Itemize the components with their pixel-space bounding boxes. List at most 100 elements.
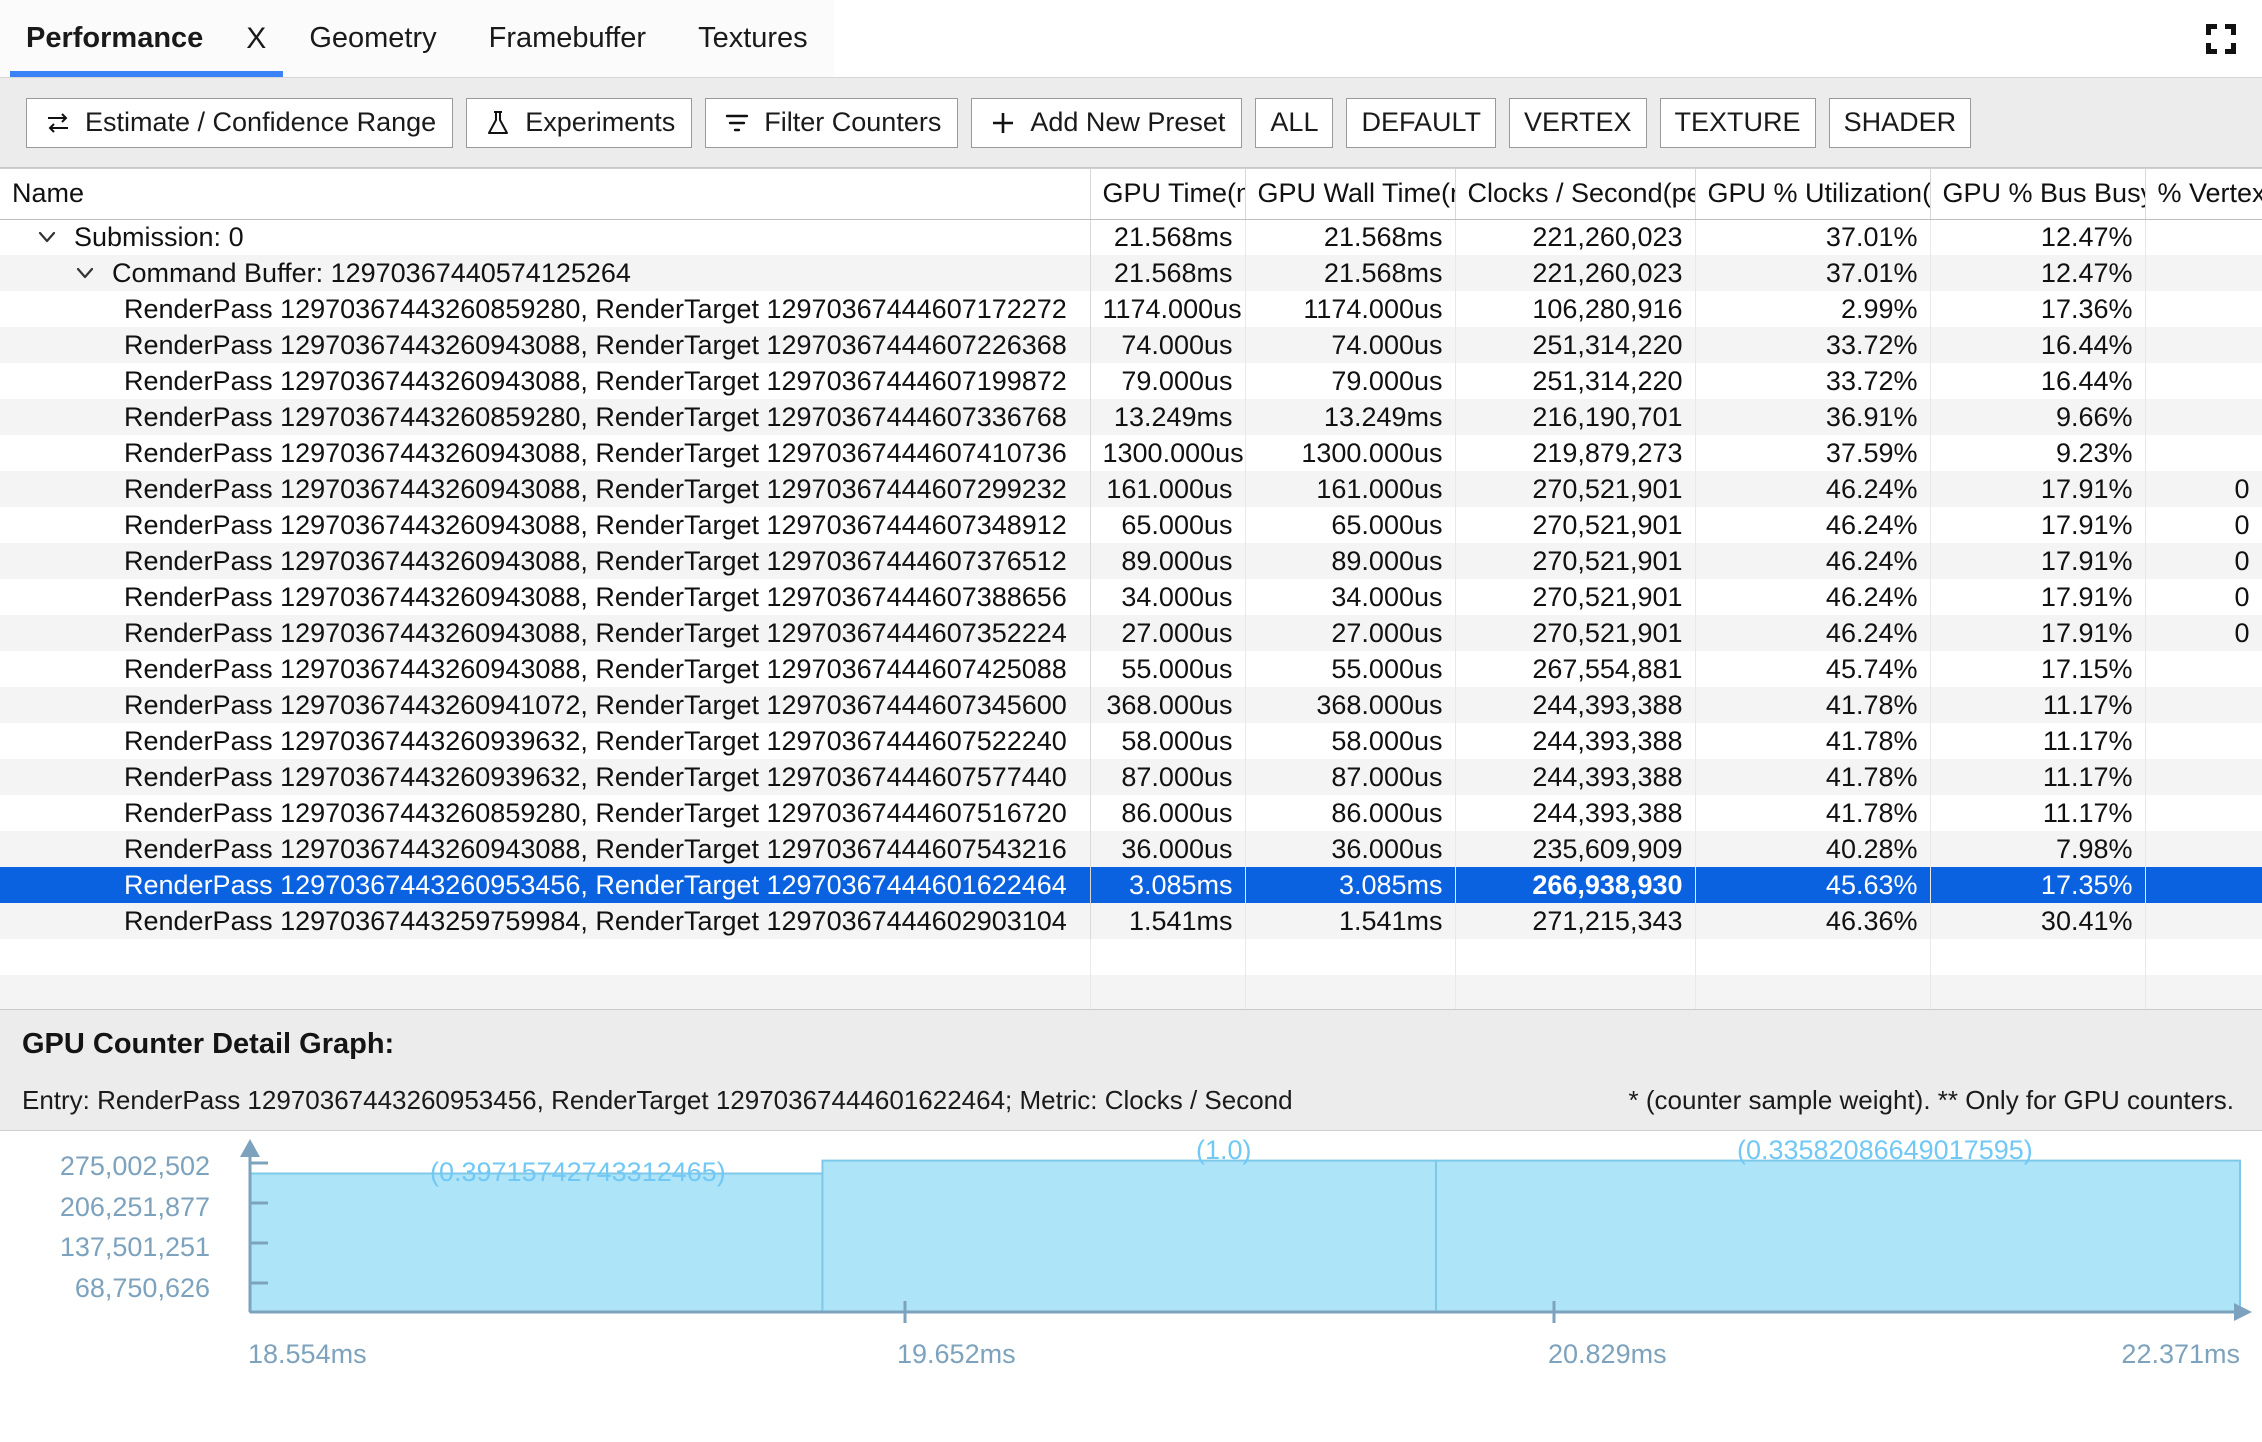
table-row[interactable]: RenderPass 12970367443260953456, RenderT…: [0, 867, 2262, 903]
column-header-gpu-utilization[interactable]: GPU % Utilization(%): [1695, 169, 1931, 220]
row-bus-busy-cell: 17.91%: [1930, 579, 2146, 615]
column-header-clocks-per-second[interactable]: Clocks / Second(per s): [1455, 169, 1696, 220]
fullscreen-button[interactable]: [2180, 0, 2262, 77]
row-gpu-time-cell: 21.568ms: [1090, 255, 1246, 291]
table-row[interactable]: RenderPass 12970367443260943088, RenderT…: [0, 327, 2262, 363]
table-row[interactable]: RenderPass 12970367443260859280, RenderT…: [0, 399, 2262, 435]
table-row[interactable]: RenderPass 12970367443260943088, RenderT…: [0, 363, 2262, 399]
table-row[interactable]: RenderPass 12970367443260943088, RenderT…: [0, 579, 2262, 615]
row-clocks-cell: 244,393,388: [1455, 723, 1696, 759]
counter-detail-chart[interactable]: 275,002,502 206,251,877 137,501,251 68,7…: [0, 1130, 2262, 1442]
table-row[interactable]: Command Buffer: 12970367440574125264 21.5…: [0, 255, 2262, 291]
row-gpu-wall-time-cell: 13.249ms: [1245, 399, 1456, 435]
row-bus-busy-cell: 9.23%: [1930, 435, 2146, 471]
row-gpu-time-cell: 87.000us: [1090, 759, 1246, 795]
row-percent-vertex-cell: [2145, 219, 2262, 255]
chevron-down-icon[interactable]: [72, 260, 98, 286]
table-row[interactable]: RenderPass 12970367443260939632, RenderT…: [0, 759, 2262, 795]
row-gpu-wall-time-cell: 1174.000us: [1245, 291, 1456, 327]
row-percent-vertex-cell: [2145, 651, 2262, 687]
row-label: RenderPass 12970367443260943088, RenderT…: [124, 833, 1067, 864]
experiments-button[interactable]: Experiments: [466, 97, 693, 148]
row-gpu-time-cell: 3.085ms: [1090, 867, 1246, 903]
table-row[interactable]: Submission: 0 21.568ms 21.568ms 221,260,023…: [0, 219, 2262, 255]
column-header-gpu-wall-time[interactable]: GPU Wall Time(ns): [1245, 169, 1456, 220]
column-header-name[interactable]: Name: [0, 169, 1091, 220]
row-gpu-wall-time-cell: 89.000us: [1245, 543, 1456, 579]
preset-vertex-button[interactable]: VERTEX: [1509, 97, 1647, 148]
toolbar: Estimate / Confidence Range Experiments …: [0, 78, 2262, 168]
table-row[interactable]: RenderPass 12970367443260943088, RenderT…: [0, 615, 2262, 651]
row-percent-vertex-cell: [2145, 435, 2262, 471]
table-row[interactable]: RenderPass 12970367443260943088, RenderT…: [0, 543, 2262, 579]
preset-default-label: DEFAULT: [1361, 107, 1481, 137]
row-utilization-cell: 46.24%: [1695, 615, 1931, 651]
row-gpu-time-cell: 89.000us: [1090, 543, 1246, 579]
detail-entry-text: Entry: RenderPass 12970367443260953456, …: [22, 1085, 1293, 1115]
row-gpu-wall-time-cell: 55.000us: [1245, 651, 1456, 687]
row-name-cell: RenderPass 12970367443260943088, RenderT…: [0, 615, 1091, 651]
chart-area-segment-0: [249, 1172, 824, 1313]
row-clocks-cell: 266,938,930: [1455, 867, 1696, 903]
row-label: RenderPass 12970367443259759984, RenderT…: [124, 905, 1067, 936]
tab-performance[interactable]: Performance: [0, 0, 230, 77]
row-bus-busy-cell: 11.17%: [1930, 687, 2146, 723]
table-row[interactable]: RenderPass 12970367443260943088, RenderT…: [0, 831, 2262, 867]
row-label: RenderPass 12970367443260859280, RenderT…: [124, 797, 1067, 828]
tab-framebuffer[interactable]: Framebuffer: [463, 0, 672, 77]
preset-shader-button[interactable]: SHADER: [1828, 97, 1972, 148]
table-row[interactable]: RenderPass 12970367443260943088, RenderT…: [0, 435, 2262, 471]
detail-graph-subheader: Entry: RenderPass 12970367443260953456, …: [22, 1085, 2240, 1116]
preset-texture-label: TEXTURE: [1674, 107, 1801, 137]
table-row[interactable]: RenderPass 12970367443260943088, RenderT…: [0, 471, 2262, 507]
row-bus-busy-cell: 17.91%: [1930, 615, 2146, 651]
blank-cell: [1930, 975, 2146, 1009]
table-row[interactable]: RenderPass 12970367443260859280, RenderT…: [0, 795, 2262, 831]
chart-annotation-2: (0.33582086649017595): [1737, 1135, 2033, 1165]
tab-geometry[interactable]: Geometry: [283, 0, 462, 77]
preset-texture-button[interactable]: TEXTURE: [1659, 97, 1816, 148]
row-label: RenderPass 12970367443260859280, RenderT…: [124, 401, 1067, 432]
tab-close-button[interactable]: X: [229, 0, 284, 77]
row-clocks-cell: 251,314,220: [1455, 327, 1696, 363]
add-new-preset-button[interactable]: Add New Preset: [971, 97, 1243, 148]
row-gpu-wall-time-cell: 36.000us: [1245, 831, 1456, 867]
detail-graph-title: GPU Counter Detail Graph:: [22, 1028, 395, 1060]
counters-table: Name GPU Time(ns) GPU Wall Time(ns) Cloc…: [0, 169, 2262, 1009]
column-header-gpu-bus-busy[interactable]: GPU % Bus Busy(%): [1930, 169, 2146, 220]
row-name-cell: Command Buffer: 12970367440574125264: [0, 255, 1091, 291]
row-utilization-cell: 46.24%: [1695, 471, 1931, 507]
column-header-percent-vertex[interactable]: % Vertex: [2145, 169, 2262, 220]
blank-cell: [1090, 939, 1246, 975]
filter-counters-label: Filter Counters: [764, 107, 942, 137]
chevron-down-icon[interactable]: [34, 224, 60, 250]
column-header-gpu-time[interactable]: GPU Time(ns): [1090, 169, 1246, 220]
table-row[interactable]: RenderPass 12970367443260943088, RenderT…: [0, 651, 2262, 687]
filter-counters-button[interactable]: Filter Counters: [705, 97, 959, 148]
row-percent-vertex-cell: [2145, 867, 2262, 903]
table-row[interactable]: RenderPass 12970367443260939632, RenderT…: [0, 723, 2262, 759]
row-gpu-time-cell: 65.000us: [1090, 507, 1246, 543]
estimate-confidence-range-button[interactable]: Estimate / Confidence Range: [26, 97, 454, 148]
table-row[interactable]: RenderPass 12970367443260859280, RenderT…: [0, 291, 2262, 327]
row-label: Submission: 0: [74, 221, 244, 252]
row-clocks-cell: 106,280,916: [1455, 291, 1696, 327]
chart-y-axis-labels: 275,002,502 206,251,877 137,501,251 68,7…: [0, 1149, 210, 1305]
row-label: RenderPass 12970367443260943088, RenderT…: [124, 329, 1067, 360]
table-row[interactable]: RenderPass 12970367443259759984, RenderT…: [0, 903, 2262, 939]
counters-table-container[interactable]: Name GPU Time(ns) GPU Wall Time(ns) Cloc…: [0, 168, 2262, 1009]
gpu-counter-detail-section: GPU Counter Detail Graph: Entry: RenderP…: [0, 1009, 2262, 1130]
table-row[interactable]: RenderPass 12970367443260943088, RenderT…: [0, 507, 2262, 543]
row-gpu-time-cell: 27.000us: [1090, 615, 1246, 651]
x-tick-label-0: 18.554ms: [248, 1339, 367, 1367]
row-bus-busy-cell: 17.91%: [1930, 543, 2146, 579]
row-gpu-time-cell: 86.000us: [1090, 795, 1246, 831]
preset-default-button[interactable]: DEFAULT: [1346, 97, 1496, 148]
detail-footnote: * (counter sample weight). ** Only for G…: [1628, 1085, 2234, 1115]
blank-cell: [1695, 975, 1931, 1009]
preset-all-button[interactable]: ALL: [1255, 97, 1334, 148]
table-row[interactable]: RenderPass 12970367443260941072, RenderT…: [0, 687, 2262, 723]
row-percent-vertex-cell: 0: [2145, 507, 2262, 543]
tab-framebuffer-label: Framebuffer: [488, 22, 647, 54]
tab-textures[interactable]: Textures: [672, 0, 834, 77]
